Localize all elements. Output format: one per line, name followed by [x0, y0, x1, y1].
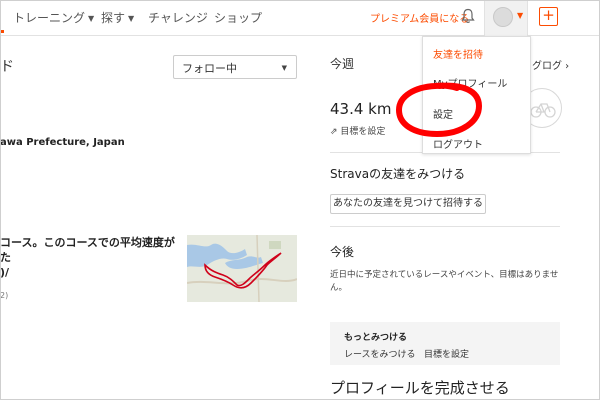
nav-explore[interactable]: 探す ▼	[101, 9, 134, 26]
set-goal-more-link[interactable]: 目標を設定	[424, 347, 469, 360]
top-navigation: トレーニング ▼ 探す ▼ チャレンジ ショップ プレミアム会員になる ▼ +	[0, 0, 600, 36]
follow-filter-value: フォロー中	[182, 62, 237, 75]
invite-friends-button[interactable]: あなたの友達を見つけて招待する	[330, 194, 486, 214]
follow-filter-select[interactable]: フォロー中 ▼	[173, 55, 297, 79]
menu-item-invite-friends[interactable]: 友達を招待	[433, 46, 483, 61]
weekly-distance: 43.4 km	[330, 100, 392, 118]
feed-heading: ド	[0, 59, 14, 75]
course-description-line2: )/	[0, 266, 10, 279]
chevron-down-icon: ▼	[88, 14, 95, 23]
route-map-thumbnail[interactable]	[187, 235, 297, 302]
chevron-down-icon: ▼	[517, 11, 524, 20]
nav-training-label: トレーニング	[13, 11, 86, 25]
dropdown-arrow-icon: ▼	[281, 64, 287, 72]
find-races-link[interactable]: レースをみつける	[344, 347, 416, 360]
course-description-line1: コース。このコースでの平均速度がた	[0, 236, 175, 264]
discover-more-box: もっとみつける レースをみつける 目標を設定	[330, 322, 560, 365]
nav-challenges-label: チャレンジ	[148, 11, 208, 25]
nav-training[interactable]: トレーニング ▼	[13, 9, 94, 26]
chevron-down-icon: ▼	[128, 14, 135, 23]
divider	[330, 226, 560, 227]
nav-challenges[interactable]: チャレンジ	[148, 9, 208, 26]
avatar	[493, 7, 513, 27]
activity-location: awa Prefecture, Japan	[0, 137, 125, 148]
premium-link[interactable]: プレミアム会員になる	[370, 10, 469, 25]
set-goal-label: 目標を設定	[340, 127, 386, 137]
goal-arrow-icon: ⇗	[330, 127, 338, 137]
nav-shop-label: ショップ	[214, 11, 263, 25]
user-menu-toggle[interactable]: ▼	[484, 0, 528, 36]
this-week-label: 今週	[330, 57, 355, 71]
active-indicator	[0, 30, 4, 33]
red-highlight-circle	[391, 80, 487, 144]
nav-explore-label: 探す	[101, 11, 126, 25]
course-count: 2)	[0, 291, 9, 300]
upload-plus-button[interactable]: +	[539, 7, 558, 26]
bell-icon[interactable]	[461, 8, 475, 28]
complete-profile-title: プロフィールを完成させる	[330, 379, 510, 397]
course-description: コース。このコースでの平均速度がた )/	[0, 235, 180, 280]
find-friends-title: Stravaの友達をみつける	[330, 167, 466, 181]
discover-more-title: もっとみつける	[344, 333, 408, 343]
set-goal-link[interactable]: ⇗ 目標を設定	[330, 124, 385, 137]
nav-shop[interactable]: ショップ	[214, 9, 262, 26]
blog-link[interactable]: グログ ›	[532, 57, 569, 72]
upcoming-title: 今後	[330, 245, 355, 259]
upcoming-description: 近日中に予定されているレースやイベント、目標はありません。	[330, 270, 559, 293]
